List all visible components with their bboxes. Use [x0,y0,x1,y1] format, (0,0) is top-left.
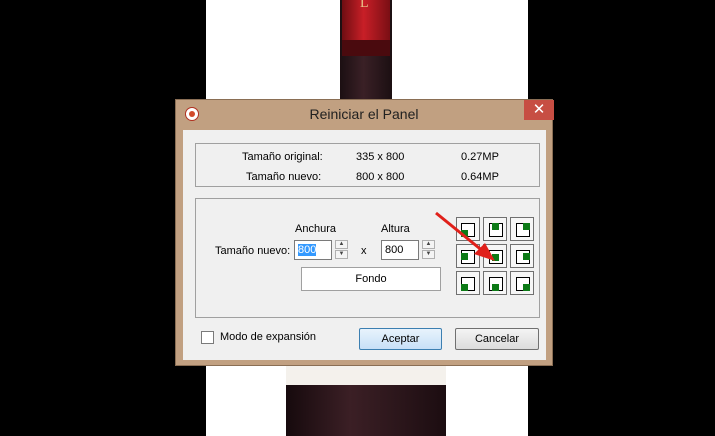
new-size-label: Tamaño nuevo: [215,245,291,257]
accept-button[interactable]: Aceptar [359,328,442,350]
anchor-top-left-button[interactable] [456,217,480,241]
original-dimensions: 335 x 800 [356,151,405,163]
height-input[interactable]: 800 [381,240,419,260]
original-megapixels: 0.27MP [461,151,499,163]
new-size-info-label: Tamaño nuevo: [246,171,322,183]
height-spin-down-icon[interactable]: ▼ [422,250,435,259]
anchor-top-center-button[interactable] [483,217,507,241]
height-spin-up-icon[interactable]: ▲ [422,240,435,249]
height-header: Altura [381,223,410,235]
width-value: 800 [298,244,317,256]
anchor-bottom-left-button[interactable] [456,271,480,295]
width-spinner[interactable]: ▲ ▼ [335,240,348,260]
width-spin-down-icon[interactable]: ▼ [335,250,348,259]
anchor-top-right-button[interactable] [510,217,534,241]
dialog-client-area: Tamaño original: 335 x 800 0.27MP Tamaño… [183,130,546,360]
cancel-button[interactable]: Cancelar [455,328,539,350]
height-value: 800 [385,244,404,256]
anchor-middle-right-button[interactable] [510,244,534,268]
resize-group: Anchura Altura Tamaño nuevo: 800 ▲ ▼ x 8… [195,198,540,318]
new-megapixels: 0.64MP [461,171,499,183]
anchor-center-button[interactable] [483,244,507,268]
background-button[interactable]: Fondo [301,267,441,291]
dialog-title: Reiniciar el Panel [309,106,419,122]
resize-panel-dialog: Reiniciar el Panel ✕ Tamaño original: 33… [175,99,554,366]
expand-mode-checkbox[interactable] [201,331,214,344]
anchor-bottom-center-button[interactable] [483,271,507,295]
anchor-bottom-right-button[interactable] [510,271,534,295]
size-info-group: Tamaño original: 335 x 800 0.27MP Tamaño… [195,143,540,187]
new-dimensions: 800 x 800 [356,171,405,183]
anchor-grid [456,217,534,295]
expand-mode-label: Modo de expansión [220,331,317,343]
width-header: Anchura [295,223,336,235]
height-spinner[interactable]: ▲ ▼ [422,240,435,260]
anchor-middle-left-button[interactable] [456,244,480,268]
times-sign: x [361,245,367,257]
original-size-label: Tamaño original: [242,151,323,163]
dialog-titlebar[interactable]: Reiniciar el Panel ✕ [176,100,554,129]
close-button[interactable]: ✕ [524,100,554,120]
width-spin-up-icon[interactable]: ▲ [335,240,348,249]
width-input[interactable]: 800 [294,240,332,260]
cap-letter: L [360,0,369,11]
